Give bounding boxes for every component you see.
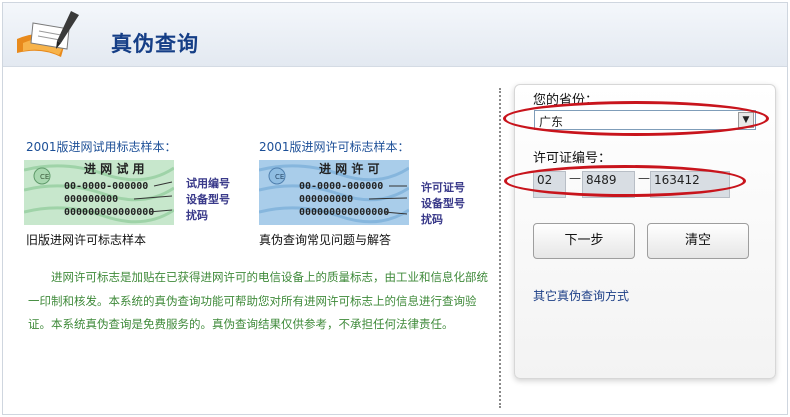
header-bar: 真伪查询 <box>3 3 787 67</box>
trial-stamp-number: 00-0000-000000 <box>64 181 148 192</box>
license-stamp-title: 进 网 许 可 <box>319 161 380 176</box>
license-callout-number: 许可证号 <box>421 181 465 194</box>
trial-label-sample-image: CE 进 网 试 用 00-0000-000000 000000000 0000… <box>24 160 174 225</box>
license-sample-label: 2001版进网许可标志样本： <box>259 140 410 154</box>
license-number-part2-input[interactable]: 8489 <box>582 171 635 198</box>
next-step-button[interactable]: 下一步 <box>533 223 635 259</box>
license-stamp-model: 000000000 <box>299 194 353 205</box>
province-selected-value: 广东 <box>539 115 564 129</box>
old-sample-link[interactable]: 旧版进网许可标志样本 <box>26 231 146 248</box>
license-label-sample-image: CE 进 网 许 可 00-0000-000000 000000000 0000… <box>259 160 409 225</box>
trial-stamp-model: 000000000 <box>64 194 118 205</box>
trial-sample-label: 2001版进网试用标志样本： <box>26 140 177 154</box>
description-text: 进网许可标志是加贴在已获得进网许可的电信设备上的质量标志，由工业和信息化部统一印… <box>28 270 488 331</box>
dropdown-arrow-icon[interactable]: ▼ <box>738 112 754 128</box>
license-callout-code: 扰码 <box>421 213 443 226</box>
faq-link[interactable]: 真伪查询常见问题与解答 <box>259 231 391 248</box>
trial-callout-number: 试用编号 <box>186 177 230 190</box>
license-stamp-code: 000000000000000 <box>299 207 389 218</box>
province-label: 您的省份： <box>533 93 599 108</box>
license-separator-2: — <box>638 171 650 185</box>
dotted-divider <box>499 88 501 408</box>
license-number-part1-input[interactable]: 02 <box>533 171 566 198</box>
trial-stamp-code: 000000000000000 <box>64 207 154 218</box>
trial-callout-model: 设备型号 <box>186 193 230 206</box>
license-number-label: 许可证编号： <box>533 151 612 166</box>
trial-callout-code: 扰码 <box>186 209 208 222</box>
other-query-methods-link[interactable]: 其它真伪查询方式 <box>533 287 629 304</box>
province-select[interactable]: 广东 ▼ <box>534 110 756 130</box>
page-title: 真伪查询 <box>111 32 199 56</box>
license-callout-model: 设备型号 <box>421 197 465 210</box>
clear-button[interactable]: 清空 <box>647 223 749 259</box>
document-quill-icon <box>17 11 79 57</box>
license-number-part3-input[interactable]: 163412 <box>650 171 730 198</box>
license-stamp-number: 00-0000-000000 <box>299 181 383 192</box>
license-separator-1: — <box>569 171 581 185</box>
svg-text:CE: CE <box>275 173 284 181</box>
svg-text:CE: CE <box>40 173 49 181</box>
trial-stamp-title: 进 网 试 用 <box>84 161 145 176</box>
